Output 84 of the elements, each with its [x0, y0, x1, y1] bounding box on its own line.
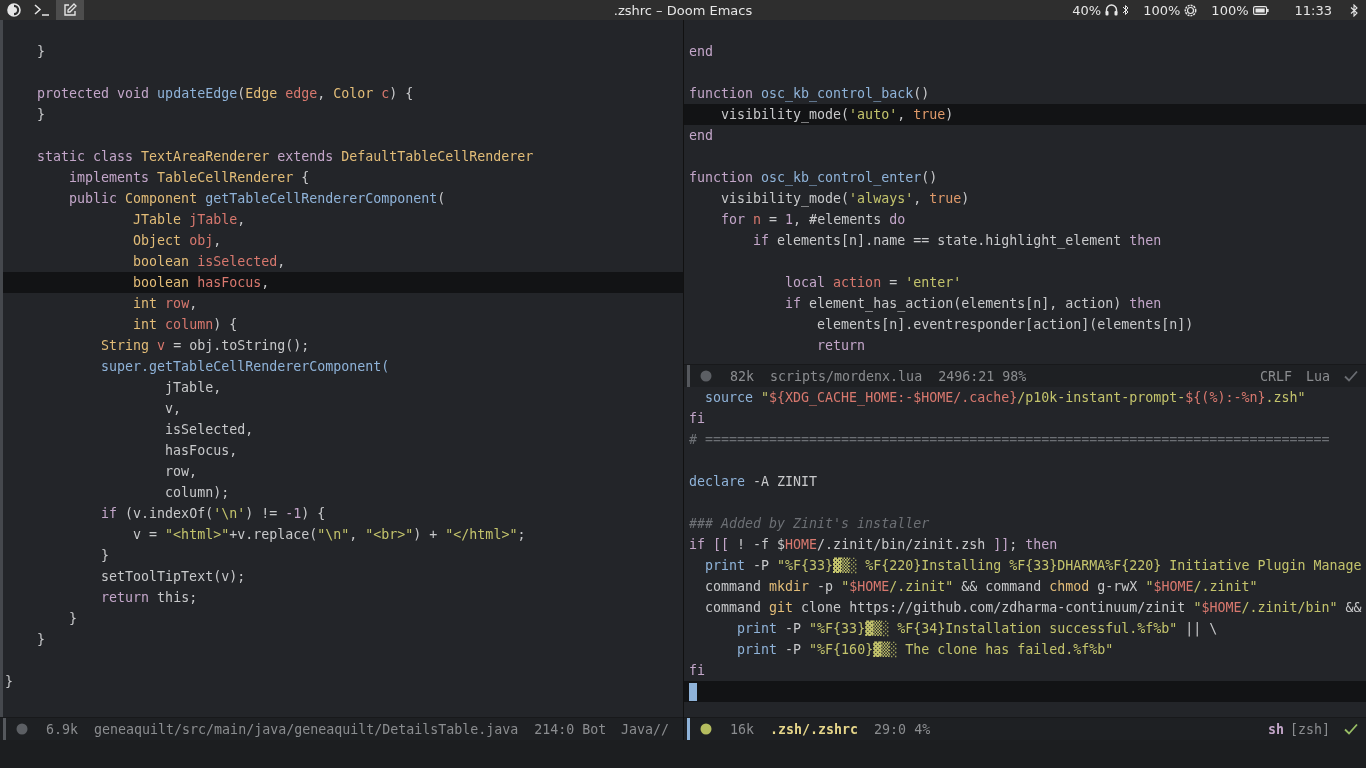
code-line: JTable jTable,	[132, 211, 247, 229]
bluetooth-icon[interactable]	[1350, 3, 1358, 17]
major-mode-label: sh	[1267, 721, 1284, 737]
code-line: v = "<html>"+v.replace("\n", "<br>") + "</html>";	[132, 526, 527, 544]
cursor-position: 214:0	[534, 721, 575, 737]
text-cursor	[689, 683, 697, 701]
window-title: .zshrc – Doom Emacs	[613, 2, 753, 18]
code-line: print -P "%F{33}▓▒░ %F{220}Installing %F{33}DHARMA%F{220} Initiative Plugin Manage	[704, 556, 1363, 576]
code-line: if (v.indexOf('\n') != -1) {	[100, 505, 327, 523]
indicator-text: 100%	[1143, 2, 1181, 18]
cursor-position: 2496:21	[938, 368, 995, 384]
code-line: }	[68, 610, 79, 628]
scroll-position: 98%	[1002, 368, 1027, 384]
code-line: function osc_kb_control_enter()	[688, 169, 939, 188]
code-line: public Component getTableCellRendererComponent(	[68, 190, 447, 208]
code-line: command mkdir -p "$HOME/.zinit" && command chmod g-rwX "$HOME/.zinit"	[704, 578, 1259, 596]
clock: 11:33	[1294, 2, 1332, 18]
mode-line-label: Java//	[620, 721, 669, 737]
code-line: }	[100, 547, 111, 565]
code-line: local action = 'enter'	[784, 274, 963, 292]
file-path: .zsh/.zshrc	[770, 721, 859, 737]
code-line: if element_has_action(elements[n], action) then	[784, 295, 1163, 314]
cursor-position: 29:0	[874, 721, 907, 737]
check-icon	[1344, 370, 1358, 382]
scroll-position: 4%	[914, 721, 931, 737]
check-icon	[1344, 723, 1358, 735]
mode-line-label: [zsh]	[1289, 721, 1330, 737]
code-line: setToolTipText(v);	[100, 568, 247, 586]
buffer-size: 6.9k	[46, 721, 79, 737]
code-line: return this;	[100, 589, 199, 607]
buffer-size: 82k	[730, 368, 755, 384]
code-line: return	[816, 337, 867, 355]
code-line: fi	[688, 410, 706, 428]
code-line: }	[36, 43, 47, 61]
code-line: elements[n].eventresponder[action](elements[n])	[816, 316, 1195, 334]
code-line: implements TableCellRenderer {	[68, 169, 311, 187]
code-line: end	[688, 43, 715, 61]
bluetooth-icon[interactable]	[1122, 4, 1130, 16]
edit-icon[interactable]	[56, 0, 84, 20]
code-line: source "${XDG_CACHE_HOME:-$HOME/.cache}/p10k-instant-prompt-${(%):-%n}.zsh"	[704, 389, 1307, 408]
code-line: ### Added by Zinit's installer	[688, 515, 931, 533]
headset-icon[interactable]	[1105, 4, 1119, 16]
code-line: end	[688, 127, 715, 145]
status-dot-icon	[700, 723, 712, 735]
code-line: if [[ ! -f $HOME/.zinit/bin/zinit.zsh ]]; then	[688, 536, 1059, 554]
code-line: if elements[n].name == state.highlight_element then	[752, 232, 1163, 251]
indicator-text: 40%	[1072, 2, 1102, 18]
code-line: jTable,	[164, 379, 223, 397]
code-line: hasFocus,	[164, 442, 239, 460]
status-dot-icon	[16, 723, 28, 735]
file-path: geneaquilt/src/main/java/geneaquilt/DetailsTable.java	[94, 721, 519, 737]
code-line: }	[4, 673, 14, 691]
code-line: visibility_mode('always', true)	[720, 190, 971, 209]
code-line: protected void updateEdge(Edge edge, Color c) {	[36, 85, 415, 103]
indicator-text: 100%	[1211, 2, 1249, 18]
code-line: # ==============================================================================	[688, 431, 1331, 449]
code-line: super.getTableCellRendererComponent(	[100, 358, 391, 376]
code-line: isSelected,	[164, 421, 255, 439]
code-line: fi	[688, 662, 706, 680]
code-line: print -P "%F{160}▓▒░ The clone has failed.%f%b"	[736, 640, 1115, 660]
scroll-position: Bot	[582, 721, 607, 737]
code-line: Object obj,	[132, 232, 223, 250]
code-line: }	[36, 631, 47, 649]
code-line: row,	[164, 463, 199, 481]
code-line: function osc_kb_control_back()	[688, 85, 931, 104]
code-line: }	[36, 106, 47, 124]
code-line: v,	[164, 400, 183, 418]
code-line: declare -A ZINIT	[688, 473, 819, 491]
status-dot-icon	[700, 370, 712, 382]
code-line: column);	[164, 484, 231, 502]
brightness-icon[interactable]	[1184, 3, 1198, 17]
code-line: int column) {	[132, 316, 239, 334]
mode-line-label: Lua	[1305, 368, 1330, 384]
code-line: boolean isSelected,	[132, 253, 287, 271]
code-line: print -P "%F{33}▓▒░ %F{34}Installation successful.%f%b" || \	[736, 619, 1219, 639]
mode-line-label: CRLF	[1259, 368, 1292, 384]
code-line: String v = obj.toString();	[100, 337, 311, 355]
code-line: static class TextAreaRenderer extends DefaultTableCellRenderer	[36, 148, 535, 166]
battery-icon[interactable]	[1252, 5, 1269, 15]
code-line: for n = 1, #elements do	[720, 211, 907, 229]
file-path: scripts/mordenx.lua	[770, 368, 923, 384]
code-line: command git clone https://github.com/zdharma-continuum/zinit "$HOME/.zinit/bin" &&	[704, 599, 1363, 617]
code-line: int row,	[132, 295, 199, 313]
buffer-size: 16k	[730, 721, 755, 737]
